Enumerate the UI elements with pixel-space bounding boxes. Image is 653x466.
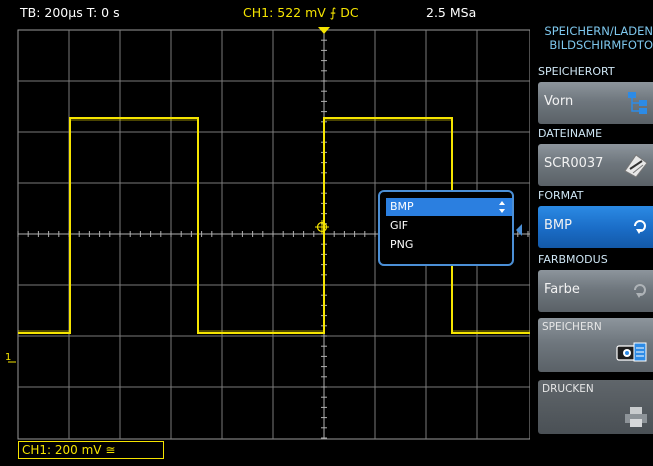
ground-marker: 1 (5, 352, 11, 363)
storage-location-value: Vorn (544, 94, 574, 109)
section-label-filename: DATEINAME (538, 127, 603, 140)
trigger-readout[interactable]: CH1: 522 mV ⨍ DC (243, 6, 359, 20)
save-label: SPEICHERN (542, 321, 602, 333)
section-label-storage: SPEICHERORT (538, 65, 615, 78)
format-dropdown[interactable]: BMP GIF PNG (378, 190, 514, 266)
format-option-gif[interactable]: GIF (386, 217, 512, 235)
format-button[interactable]: BMP (538, 206, 653, 248)
cycle-arrow-icon (634, 220, 646, 234)
format-option-png[interactable]: PNG (386, 236, 512, 254)
softkey-menu: SPEICHERN/LADEN BILDSCHIRMFOTO SPEICHERO… (530, 0, 653, 466)
menu-title-line2: BILDSCHIRMFOTO (549, 38, 653, 52)
filename-value: SCR0037 (544, 156, 604, 171)
section-label-format: FORMAT (538, 189, 584, 202)
menu-title-line1: SPEICHERN/LADEN (544, 24, 653, 38)
edit-pen-icon (624, 154, 648, 178)
print-label: DRUCKEN (542, 383, 594, 395)
waveform-display[interactable]: 1 BMP GIF PNG CH1: 200 mV ≅ (0, 26, 530, 466)
sample-rate-readout: 2.5 MSa (426, 5, 477, 20)
print-button[interactable]: DRUCKEN (538, 380, 653, 434)
section-label-color-mode: FARBMODUS (538, 253, 608, 266)
format-value: BMP (544, 218, 572, 233)
up-down-arrows-icon (499, 201, 505, 213)
color-mode-value: Farbe (544, 282, 580, 297)
save-button[interactable]: SPEICHERN (538, 318, 653, 372)
format-option-bmp[interactable]: BMP (386, 198, 512, 216)
timebase-readout[interactable]: TB: 200µs T: 0 s (20, 6, 120, 20)
color-mode-button[interactable]: Farbe (538, 270, 653, 312)
menu-title: SPEICHERN/LADEN BILDSCHIRMFOTO (538, 24, 653, 52)
storage-location-button[interactable]: Vorn (538, 82, 653, 124)
camera-save-icon (616, 342, 647, 362)
channel-1-info[interactable]: CH1: 200 mV ≅ (18, 441, 164, 459)
printer-icon (625, 407, 647, 427)
folder-tree-icon (628, 92, 647, 114)
filename-button[interactable]: SCR0037 (538, 144, 653, 186)
cycle-arrow-icon (634, 284, 646, 298)
